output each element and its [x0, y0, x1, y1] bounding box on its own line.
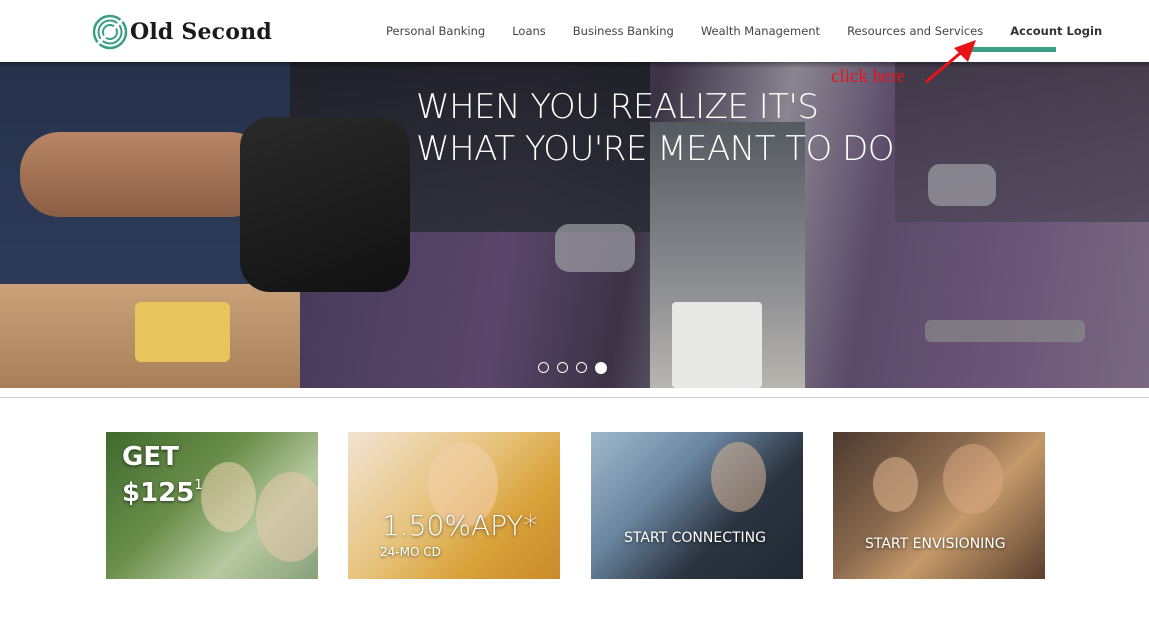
door-handle: [555, 224, 635, 272]
crossed-arms: [20, 132, 270, 217]
photo-mother-child: [256, 472, 318, 562]
promo-amount: $1251: [122, 478, 203, 508]
nav-resources-and-services[interactable]: Resources and Services: [847, 24, 983, 38]
carousel-dot-4[interactable]: [595, 362, 607, 374]
promo-tile-get-125[interactable]: GET $1251: [106, 432, 318, 579]
promo-connecting-label: START CONNECTING: [624, 530, 767, 546]
promo-apy-rate: 1.50%APY*: [382, 509, 538, 542]
photo-daughter: [873, 457, 918, 512]
hero-headline: WHEN YOU REALIZE IT'S WHAT YOU'RE MEANT …: [416, 86, 936, 170]
carousel-indicators: [538, 362, 615, 374]
promo-tile-cd-rate[interactable]: 1.50%APY* 24-MO CD: [348, 432, 560, 579]
promo-footnote: 1: [194, 478, 203, 493]
promo-cd-term: 24-MO CD: [380, 545, 441, 559]
door-handle: [928, 164, 996, 206]
hero-headline-line-2: WHAT YOU'RE MEANT TO DO: [416, 129, 895, 169]
promo-amount-value: $125: [122, 478, 195, 508]
photo-woman-meeting: [711, 442, 766, 512]
logo-icon: [92, 14, 128, 50]
brand-name: Old Second: [130, 19, 272, 45]
nav-account-login[interactable]: Account Login: [1010, 24, 1102, 38]
tool-pouch: [135, 302, 230, 362]
paint-bucket: [672, 302, 762, 388]
logo[interactable]: Old Second: [92, 14, 272, 50]
promo-envisioning-label: START ENVISIONING: [865, 536, 1006, 552]
carousel-dot-2[interactable]: [557, 362, 568, 373]
section-divider: [0, 397, 1149, 398]
carousel-dot-1[interactable]: [538, 362, 549, 373]
hero-banner[interactable]: WHEN YOU REALIZE IT'S WHAT YOU'RE MEANT …: [0, 62, 1149, 388]
promo-tile-start-connecting[interactable]: START CONNECTING: [591, 432, 803, 579]
hero-headline-line-1: WHEN YOU REALIZE IT'S: [416, 87, 819, 127]
red-arrow-icon: [925, 40, 976, 84]
click-here-annotation: click here: [831, 66, 906, 87]
nav-loans[interactable]: Loans: [512, 24, 546, 38]
main-nav: Personal Banking Loans Business Banking …: [386, 24, 1129, 38]
nav-wealth-management[interactable]: Wealth Management: [701, 24, 820, 38]
promo-tile-start-envisioning[interactable]: START ENVISIONING: [833, 432, 1045, 579]
nav-business-banking[interactable]: Business Banking: [573, 24, 674, 38]
nav-personal-banking[interactable]: Personal Banking: [386, 24, 485, 38]
van-step: [925, 320, 1085, 342]
promo-get-label: GET: [122, 442, 179, 472]
carousel-dot-3[interactable]: [576, 362, 587, 373]
side-mirror: [240, 117, 410, 292]
photo-father-daughter: [943, 444, 1003, 514]
photo-child: [201, 462, 256, 532]
